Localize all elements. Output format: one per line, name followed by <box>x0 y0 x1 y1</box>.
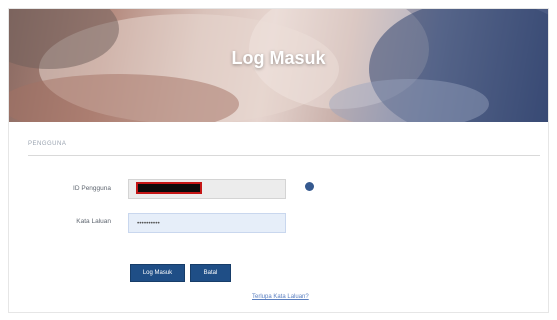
cancel-button[interactable]: Batal <box>190 264 231 282</box>
info-icon[interactable] <box>305 182 314 191</box>
redaction-box <box>136 182 202 194</box>
login-panel: Log Masuk PENGGUNA ID Pengguna Kata Lalu… <box>8 8 549 313</box>
section-divider <box>28 155 540 156</box>
page-title: Log Masuk <box>231 48 326 68</box>
section-label: PENGGUNA <box>28 141 67 147</box>
password-label: Kata Laluan <box>76 218 111 225</box>
password-input[interactable] <box>128 213 286 233</box>
user-id-label: ID Pengguna <box>73 185 111 192</box>
forgot-password-link[interactable]: Terlupa Kata Laluan? <box>252 294 309 300</box>
login-button[interactable]: Log Masuk <box>130 264 185 282</box>
hero-banner: Log Masuk <box>9 9 548 122</box>
